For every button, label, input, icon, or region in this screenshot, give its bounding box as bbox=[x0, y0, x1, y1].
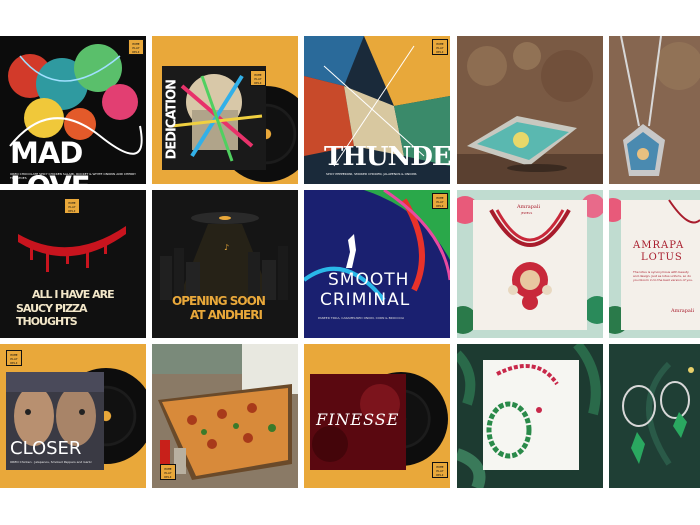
tile-pendant-necklace[interactable] bbox=[609, 36, 700, 184]
mad-love-subtitle: OREO CHOCOLATE SPICY CHICKEN SALAMI, ROC… bbox=[10, 172, 136, 180]
finesse-sleeve: FINESSE bbox=[310, 374, 406, 470]
tile-opening-soon[interactable]: ♪ OPENING SOON AT ANDHERI bbox=[152, 190, 298, 338]
lotus-line2: LOTUS bbox=[641, 252, 683, 263]
tile-emerald-earrings[interactable] bbox=[609, 344, 700, 488]
pendant-artwork bbox=[609, 36, 700, 184]
lotus-brand: Amrapali bbox=[671, 308, 695, 314]
tile-emerald-bracelet[interactable] bbox=[457, 344, 603, 488]
closer-subtitle: OREO Chicken · Jalapenos, Smoked Peppers… bbox=[10, 460, 92, 464]
lotus-floral-artwork bbox=[609, 190, 700, 338]
smooth-line2: CRIMINAL bbox=[320, 290, 411, 310]
brand-badge: HOME PLAY DELI bbox=[250, 70, 266, 86]
brand-badge: HOME PLAY DELI bbox=[432, 462, 448, 478]
amrapali-brand: Amrapali bbox=[517, 204, 541, 210]
jewel-box-artwork bbox=[457, 36, 603, 184]
tile-jewel-box[interactable] bbox=[457, 36, 603, 184]
brand-badge: HOME PLAY DELI bbox=[6, 350, 22, 366]
bracelet-artwork bbox=[457, 344, 603, 488]
saucy-line1: ALL I HAVE ARE bbox=[32, 288, 115, 301]
thunder-title: THUNDER bbox=[324, 142, 450, 172]
closer-title: CLOSER bbox=[10, 438, 82, 459]
tile-amrapali-necklace[interactable]: Amrapali JEWELS bbox=[457, 190, 603, 338]
opening-line1: OPENING SOON bbox=[172, 294, 266, 308]
brand-badge: HOME PLAY DELI bbox=[128, 39, 144, 55]
dedication-title: DEDICATION bbox=[164, 79, 180, 160]
thunder-subtitle: SPICY PEPPERONI, SMOKED CHICKEN, JALAPEN… bbox=[326, 172, 417, 176]
tile-dedication[interactable]: DEDICATION HOME PLAY DELI bbox=[152, 36, 298, 184]
tile-smooth-criminal[interactable]: HOME PLAY DELI SMOOTH CRIMINAL PANEER TI… bbox=[304, 190, 450, 338]
opening-line2: AT ANDHERI bbox=[190, 308, 263, 322]
lotus-body: The lotus is synonymous with beauty and … bbox=[633, 270, 693, 282]
smooth-line1: SMOOTH bbox=[328, 270, 410, 290]
tile-closer[interactable]: CLOSER OREO Chicken · Jalapenos, Smoked … bbox=[0, 344, 146, 488]
svg-text:♪: ♪ bbox=[224, 243, 229, 252]
closer-sleeve: CLOSER OREO Chicken · Jalapenos, Smoked … bbox=[6, 372, 104, 470]
tile-mad-love[interactable]: HOME PLAY DELI MAD LOVE OREO CHOCOLATE S… bbox=[0, 36, 146, 184]
tile-pizza-slice[interactable]: HOME PLAY DELI bbox=[152, 344, 298, 488]
smooth-subtitle: PANEER TIKKA, CARAMELISED ONION, CORN & … bbox=[318, 316, 405, 320]
lotus-line1: AMRAPA bbox=[633, 240, 685, 251]
brand-badge: HOME PLAY DELI bbox=[432, 39, 448, 55]
brand-badge: HOME PLAY DELI bbox=[160, 464, 176, 480]
earrings-artwork bbox=[609, 344, 700, 488]
brand-badge: HOME PLAY DELI bbox=[432, 193, 448, 209]
tile-finesse[interactable]: FINESSE HOME PLAY DELI bbox=[304, 344, 450, 488]
tile-amrapali-lotus[interactable]: AMRAPA LOTUS The lotus is synonymous wit… bbox=[609, 190, 700, 338]
tile-saucy-pizza[interactable]: HOME PLAY DELI ALL I HAVE ARE SAUCY PIZZ… bbox=[0, 190, 146, 338]
saucy-line2: SAUCY PIZZA THOUGHTS bbox=[16, 302, 88, 328]
finesse-title: FINESSE bbox=[316, 410, 400, 429]
amrapali-sub: JEWELS bbox=[521, 211, 533, 215]
tile-thunder[interactable]: HOME PLAY DELI THUNDER SPICY PEPPERONI, … bbox=[304, 36, 450, 184]
